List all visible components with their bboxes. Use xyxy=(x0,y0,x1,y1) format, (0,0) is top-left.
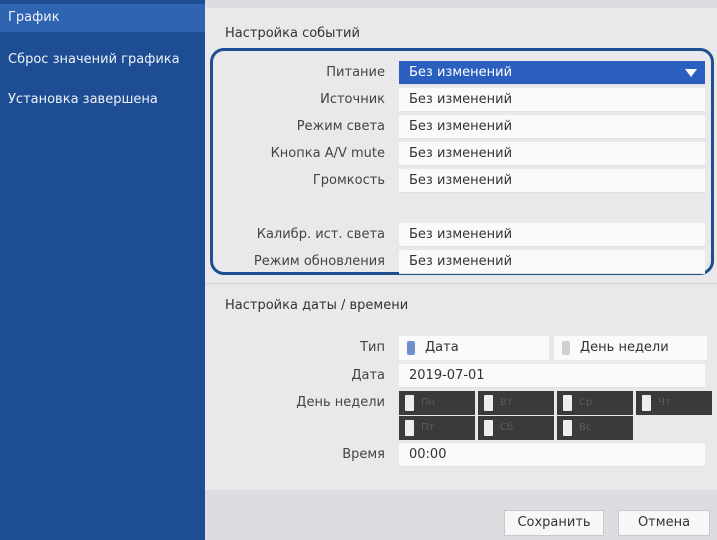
type-option-label: День недели xyxy=(580,340,669,355)
main-panel: Настройка событий Питание Без изменений … xyxy=(205,0,717,540)
weekday-checkbox-thu[interactable]: Чт xyxy=(636,391,712,415)
power-dropdown[interactable]: Без изменений xyxy=(399,61,705,85)
weekday-label: День недели xyxy=(296,395,385,410)
type-label: Тип xyxy=(360,340,385,355)
checkbox-icon xyxy=(405,395,414,411)
power-value: Без изменений xyxy=(409,65,513,80)
radio-unselected-icon xyxy=(562,341,570,355)
weekday-text: Вт xyxy=(500,397,513,408)
weekday-text: Пт xyxy=(421,422,435,433)
type-option-date[interactable]: Дата xyxy=(399,336,549,360)
sidebar: График Сброс значений графика Установка … xyxy=(0,0,205,540)
refresh-mode-value: Без изменений xyxy=(409,254,513,269)
source-label: Источник xyxy=(320,92,385,107)
checkbox-icon xyxy=(484,420,493,436)
av-mute-value: Без изменений xyxy=(409,146,513,161)
top-strip xyxy=(205,0,717,8)
sidebar-item-setup-complete[interactable]: Установка завершена xyxy=(0,86,205,114)
weekday-checkbox-sat[interactable]: Сб xyxy=(478,416,554,440)
light-mode-value: Без изменений xyxy=(409,119,513,134)
sidebar-item-schedule[interactable]: График xyxy=(0,4,205,32)
sidebar-item-label: График xyxy=(8,10,60,25)
weekday-text: Чт xyxy=(658,397,671,408)
sidebar-item-label: Сброс значений графика xyxy=(8,52,180,67)
events-section-title: Настройка событий xyxy=(225,26,360,41)
weekday-text: Пн xyxy=(421,397,436,408)
refresh-mode-label: Режим обновления xyxy=(253,254,385,269)
light-mode-label: Режим света xyxy=(296,119,385,134)
time-value: 00:00 xyxy=(409,447,447,462)
bottom-bar: Сохранить Отмена xyxy=(205,490,717,540)
save-button[interactable]: Сохранить xyxy=(504,510,604,536)
weekday-checkbox-fri[interactable]: Пт xyxy=(399,416,475,440)
checkbox-icon xyxy=(642,395,651,411)
checkbox-icon xyxy=(563,420,572,436)
weekday-checkbox-mon[interactable]: Пн xyxy=(399,391,475,415)
weekday-checkbox-tue[interactable]: Вт xyxy=(478,391,554,415)
date-field[interactable]: 2019-07-01 xyxy=(399,364,705,388)
checkbox-icon xyxy=(405,420,414,436)
time-label: Время xyxy=(342,447,385,462)
weekday-text: Ср xyxy=(579,397,593,408)
source-dropdown[interactable]: Без изменений xyxy=(399,88,705,112)
volume-dropdown[interactable]: Без изменений xyxy=(399,169,705,193)
light-calibration-value: Без изменений xyxy=(409,227,513,242)
type-option-label: Дата xyxy=(425,340,459,355)
chevron-down-icon xyxy=(685,69,697,77)
time-field[interactable]: 00:00 xyxy=(399,443,705,467)
volume-label: Громкость xyxy=(312,173,385,188)
sidebar-item-label: Установка завершена xyxy=(8,92,158,107)
type-option-weekday[interactable]: День недели xyxy=(554,336,707,360)
refresh-mode-dropdown[interactable]: Без изменений xyxy=(399,250,705,274)
light-calibration-dropdown[interactable]: Без изменений xyxy=(399,223,705,247)
checkbox-icon xyxy=(484,395,493,411)
weekday-checkbox-wed[interactable]: Ср xyxy=(557,391,633,415)
cancel-button[interactable]: Отмена xyxy=(618,510,710,536)
weekday-checkbox-sun[interactable]: Вс xyxy=(557,416,633,440)
sidebar-item-reset-schedule[interactable]: Сброс значений графика xyxy=(0,46,205,74)
light-mode-dropdown[interactable]: Без изменений xyxy=(399,115,705,139)
datetime-section-title: Настройка даты / времени xyxy=(225,298,409,313)
volume-value: Без изменений xyxy=(409,173,513,188)
weekday-text: Сб xyxy=(500,422,514,433)
section-divider xyxy=(205,283,717,284)
light-calibration-label: Калибр. ист. света xyxy=(256,227,385,242)
weekday-text: Вс xyxy=(579,422,592,433)
radio-selected-icon xyxy=(407,341,415,355)
av-mute-label: Кнопка A/V mute xyxy=(270,146,385,161)
date-value: 2019-07-01 xyxy=(409,368,485,383)
power-label: Питание xyxy=(326,65,385,80)
checkbox-icon xyxy=(563,395,572,411)
av-mute-dropdown[interactable]: Без изменений xyxy=(399,142,705,166)
source-value: Без изменений xyxy=(409,92,513,107)
date-label: Дата xyxy=(351,368,385,383)
